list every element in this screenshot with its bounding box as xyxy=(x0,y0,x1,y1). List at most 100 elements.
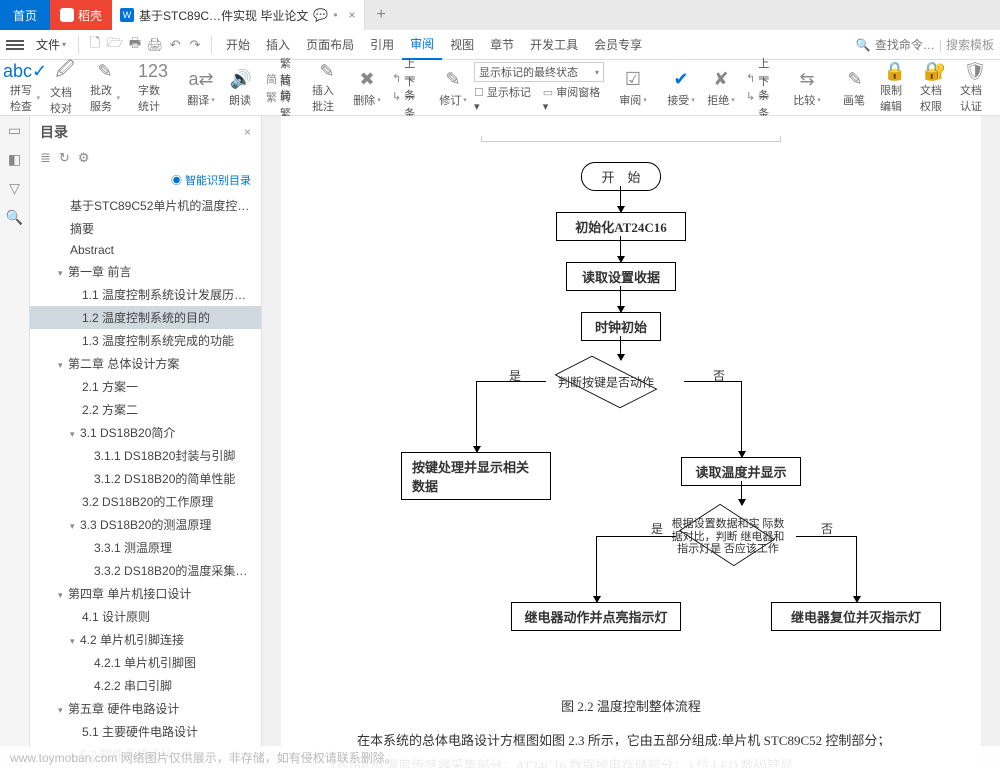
toc-sidebar: 目录 × ≣ ↻ ⚙ 智能识别目录 基于STC89C52单片机的温度控制系统设计方 …… xyxy=(30,116,262,768)
tab-daoke[interactable]: 稻壳 xyxy=(50,0,112,30)
ribbon-修订[interactable]: ✎修订 xyxy=(434,62,472,114)
menu-tab-8[interactable]: 会员专享 xyxy=(586,30,650,60)
fc-init: 初始化AT24C16 xyxy=(556,212,686,241)
tab-document[interactable]: W 基于STC89C…件实现 毕业论文 💬 • × xyxy=(112,0,365,30)
menu-tab-3[interactable]: 引用 xyxy=(362,30,402,60)
ribbon-比较[interactable]: ⇆比较 xyxy=(788,62,826,114)
toc-item[interactable]: Abstract xyxy=(30,240,261,260)
toolbar-icon-2[interactable]: 🖶 xyxy=(125,35,145,55)
toc-item[interactable]: 3.1.2 DS18B20的简单性能 xyxy=(30,467,261,490)
ribbon-stack[interactable]: ↰上一条↳下一条 xyxy=(388,70,424,105)
toc-item[interactable]: 3.2 DS18B20的工作原理 xyxy=(30,490,261,513)
menu-tab-5[interactable]: 视图 xyxy=(442,30,482,60)
toolbar-icon-4[interactable]: ↶ xyxy=(165,35,185,55)
toc-item[interactable]: 4.1 设计原则 xyxy=(30,605,261,628)
toc-item[interactable]: 2.2 方案二 xyxy=(30,398,261,421)
toc-item[interactable]: 1.3 温度控制系统完成的功能 xyxy=(30,329,261,352)
ribbon-拒绝[interactable]: ✘拒绝 xyxy=(702,62,740,114)
search-icon: 🔍 xyxy=(856,38,871,52)
toc-item[interactable]: ▾3.3 DS18B20的测温原理 xyxy=(30,513,261,536)
ribbon-文档权限[interactable]: 🔐文档权限 xyxy=(916,62,954,114)
ribbon-stack[interactable]: ↰上一条↳下一条 xyxy=(742,70,778,105)
leftbar-icon-1[interactable]: ◧ xyxy=(8,151,21,168)
toc-tool-2[interactable]: ⚙ xyxy=(78,150,90,166)
toc-item[interactable]: 基于STC89C52单片机的温度控制系统设计方 … xyxy=(30,194,261,217)
home-tab[interactable]: 首页 xyxy=(0,0,50,30)
toc-item[interactable]: ▾第一章 前言 xyxy=(30,260,261,283)
fc-relay-on: 继电器动作并点亮指示灯 xyxy=(511,602,681,631)
ribbon-画笔[interactable]: ✎画笔 xyxy=(836,62,874,114)
toc-tool-1[interactable]: ↻ xyxy=(59,150,70,166)
toc-item[interactable]: ▾3.1 DS18B20简介 xyxy=(30,421,261,444)
menubar: 文件 🗋🗁🖶🖨↶↷ 开始插入页面布局引用审阅视图章节开发工具会员专享 🔍 | 搜… xyxy=(0,30,1000,60)
toc-item[interactable]: 3.3.1 测温原理 xyxy=(30,536,261,559)
ribbon-接受[interactable]: ✔接受 xyxy=(662,62,700,114)
watermark-footer: www.toymoban.com 网络图片仅供展示，非存储，如有侵权请联系删除。 xyxy=(0,746,1000,768)
ribbon-朗读[interactable]: 🔊朗读 xyxy=(222,62,260,114)
ribbon-批改服务[interactable]: ✎批改服务 xyxy=(86,62,124,114)
template-search[interactable]: 搜索模板 xyxy=(946,36,994,53)
toolbar-icon-5[interactable]: ↷ xyxy=(185,35,205,55)
menu-tab-6[interactable]: 章节 xyxy=(482,30,522,60)
ribbon-删除[interactable]: ✖删除 xyxy=(348,62,386,114)
leftbar-icon-0[interactable]: ▭ xyxy=(8,122,21,139)
fc-clock: 时钟初始 xyxy=(581,312,661,341)
left-toolbar: ▭ ◧ ▽ 🔍 xyxy=(0,116,30,768)
toc-item[interactable]: ▾第四章 单片机接口设计 xyxy=(30,582,261,605)
search-input[interactable] xyxy=(875,38,935,52)
toc-item[interactable]: ▾第五章 硬件电路设计 xyxy=(30,697,261,720)
document-area[interactable]: 开 始 初始化AT24C16 读取设置收据 时钟初始 判断按键是否动作 按键处理… xyxy=(262,116,1000,768)
toc-item[interactable]: 1.2 温度控制系统的目的 xyxy=(30,306,261,329)
word-icon: W xyxy=(120,8,134,22)
doc-title: 基于STC89C…件实现 毕业论文 xyxy=(139,7,308,24)
figure-caption: 图 2.2 温度控制整体流程 xyxy=(331,696,931,715)
ribbon-sub[interactable]: ▭ 审阅窗格 ▾ xyxy=(543,84,604,113)
ribbon-字数统计[interactable]: 123字数统计 xyxy=(134,62,172,114)
page: 开 始 初始化AT24C16 读取设置收据 时钟初始 判断按键是否动作 按键处理… xyxy=(281,116,981,768)
label-no2: 否 xyxy=(821,520,833,537)
leftbar-icon-3[interactable]: 🔍 xyxy=(6,209,23,226)
toolbar-icon-1[interactable]: 🗁 xyxy=(105,35,125,55)
leftbar-icon-2[interactable]: ▽ xyxy=(9,180,20,197)
toc-item[interactable]: 3.3.2 DS18B20的温度采集过程 xyxy=(30,559,261,582)
fc-start: 开 始 xyxy=(581,162,661,191)
daoke-icon xyxy=(60,8,74,22)
toc-item[interactable]: 5.1 主要硬件电路设计 xyxy=(30,720,261,743)
toc-item[interactable]: 2.1 方案一 xyxy=(30,375,261,398)
file-menu[interactable]: 文件 xyxy=(30,36,72,53)
ribbon-文档校对[interactable]: 🖉文档校对 xyxy=(46,62,84,114)
menu-tab-0[interactable]: 开始 xyxy=(218,30,258,60)
toolbar-icon-3[interactable]: 🖨 xyxy=(145,35,165,55)
menu-tab-7[interactable]: 开发工具 xyxy=(522,30,586,60)
ribbon: abc✓拼写检查🖉文档校对✎批改服务 123字数统计 a⇄翻译🔊朗读简繁转简繁简转繁… xyxy=(0,60,1000,116)
ribbon-文档认证[interactable]: 🛡文档认证 xyxy=(956,62,994,114)
close-tab-icon[interactable]: × xyxy=(349,8,356,22)
menu-tab-2[interactable]: 页面布局 xyxy=(298,30,362,60)
toc-item[interactable]: ▾4.2 单片机引脚连接 xyxy=(30,628,261,651)
toc-item[interactable]: 3.1.1 DS18B20封装与引脚 xyxy=(30,444,261,467)
close-sidebar-icon[interactable]: × xyxy=(244,125,251,139)
toc-item[interactable]: 1.1 温度控制系统设计发展历史及意义 xyxy=(30,283,261,306)
ribbon-限制编辑[interactable]: 🔒限制编辑 xyxy=(876,62,914,114)
markup-dropdown[interactable]: 显示标记的最终状态 xyxy=(474,62,604,82)
ribbon-翻译[interactable]: a⇄翻译 xyxy=(182,62,220,114)
ribbon-审阅[interactable]: ☑审阅 xyxy=(614,62,652,114)
chat-icon: 💬 xyxy=(313,8,328,22)
new-tab-button[interactable]: + xyxy=(365,6,398,24)
smart-toc-button[interactable]: 智能识别目录 xyxy=(30,170,261,194)
toolbar-icon-0[interactable]: 🗋 xyxy=(85,35,105,55)
toc-tool-0[interactable]: ≣ xyxy=(40,150,51,166)
toc-item[interactable]: 摘要 xyxy=(30,217,261,240)
hamburger-icon[interactable] xyxy=(6,40,24,50)
label-yes2: 是 xyxy=(651,520,663,537)
toc-title: 目录 xyxy=(40,122,68,142)
toc-item[interactable]: ▾第二章 总体设计方案 xyxy=(30,352,261,375)
ribbon-stack[interactable]: 简繁转简繁简转繁 xyxy=(262,70,298,105)
fc-relay-off: 继电器复位并灭指示灯 xyxy=(771,602,941,631)
ribbon-插入批注[interactable]: ✎插入批注 xyxy=(308,62,346,114)
toc-item[interactable]: 4.2.2 串口引脚 xyxy=(30,674,261,697)
toc-item[interactable]: 4.2.1 单片机引脚图 xyxy=(30,651,261,674)
toc-list: 基于STC89C52单片机的温度控制系统设计方 …摘要Abstract▾第一章 … xyxy=(30,194,261,768)
ribbon-拼写检查[interactable]: abc✓拼写检查 xyxy=(6,62,44,114)
ribbon-sub[interactable]: ☐ 显示标记 ▾ xyxy=(474,84,535,113)
